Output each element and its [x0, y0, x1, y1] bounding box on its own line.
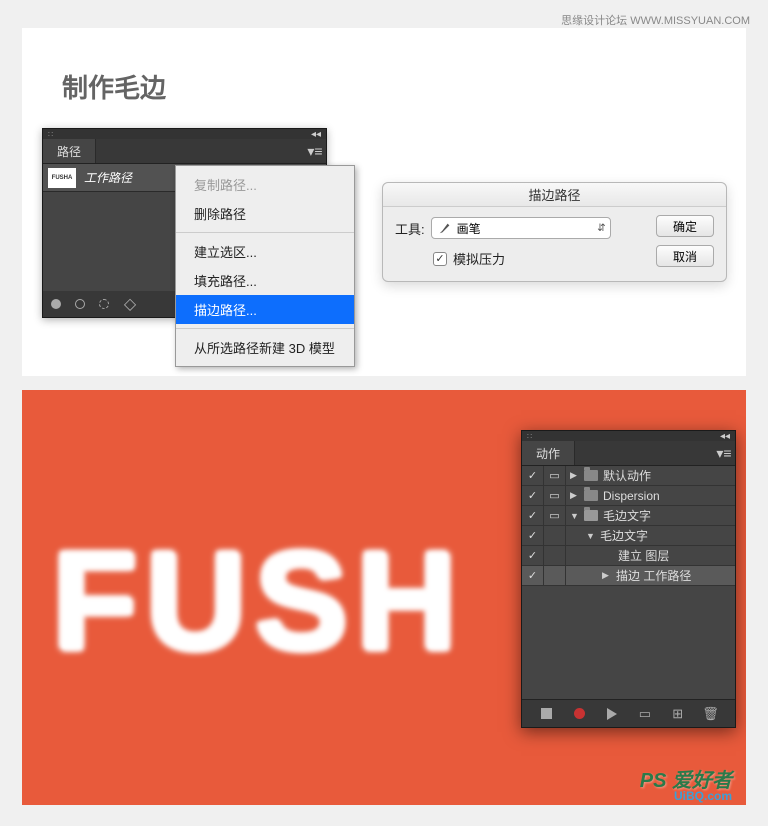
grip-icon: ∷ — [48, 130, 52, 139]
path-context-menu: 复制路径... 删除路径 建立选区... 填充路径... 描边路径... 从所选… — [175, 165, 355, 367]
actions-list: ✓ ▭ ▶ 默认动作 ✓ ▭ ▶ Dispersion ✓ ▭ ▼ 毛边文字 ✓ ▼ 毛… — [522, 466, 735, 586]
toggle-arrow-icon[interactable]: ▶ — [602, 570, 612, 581]
new-action-icon[interactable]: ⊞ — [670, 706, 686, 722]
fill-path-icon[interactable] — [51, 299, 61, 309]
toggle-arrow-icon[interactable]: ▶ — [570, 490, 580, 501]
menu-duplicate-path: 复制路径... — [176, 170, 354, 199]
cancel-button[interactable]: 取消 — [656, 245, 714, 267]
folder-icon — [584, 490, 598, 501]
panel-menu-icon[interactable]: ▾≡ — [304, 139, 326, 163]
tool-select[interactable]: 画笔 ⇵ — [431, 217, 611, 239]
action-label: 描边 工作路径 — [616, 567, 691, 584]
record-icon[interactable] — [571, 706, 587, 722]
actions-panel: ∷ ◂◂ 动作 ▾≡ ✓ ▭ ▶ 默认动作 ✓ ▭ ▶ Dispersion ✓ ▭… — [521, 430, 736, 728]
menu-delete-path[interactable]: 删除路径 — [176, 199, 354, 228]
menu-stroke-path[interactable]: 描边路径... — [176, 295, 354, 324]
menu-fill-path[interactable]: 填充路径... — [176, 266, 354, 295]
menu-new-3d-model[interactable]: 从所选路径新建 3D 模型 — [176, 333, 354, 362]
dialog-toggle-icon[interactable]: ▭ — [544, 466, 566, 485]
check-icon[interactable]: ✓ — [522, 566, 544, 585]
toggle-arrow-icon[interactable]: ▼ — [570, 511, 580, 521]
grip-icon: ∷ — [527, 432, 531, 441]
trash-icon[interactable]: 🗑 — [703, 706, 719, 722]
paths-tab[interactable]: 路径 — [43, 139, 96, 163]
dialog-title: 描边路径 — [383, 183, 726, 207]
action-label: Dispersion — [603, 489, 660, 503]
check-icon[interactable]: ✓ — [522, 526, 544, 545]
action-label: 毛边文字 — [603, 507, 651, 524]
new-set-icon[interactable]: ▭ — [637, 706, 653, 722]
action-row[interactable]: ✓ ▶ 描边 工作路径 — [522, 566, 735, 586]
panel-titlebar[interactable]: ∷ ◂◂ — [522, 431, 735, 441]
action-row[interactable]: ✓ ▭ ▶ 默认动作 — [522, 466, 735, 486]
check-icon[interactable]: ✓ — [522, 546, 544, 565]
panel-tabs: 动作 ▾≡ — [522, 441, 735, 466]
header-watermark: 思缘设计论坛 WWW.MISSYUAN.COM — [561, 12, 750, 28]
check-icon[interactable]: ✓ — [522, 486, 544, 505]
dialog-toggle-icon[interactable]: ▭ — [544, 486, 566, 505]
stop-icon[interactable] — [538, 706, 554, 722]
action-row[interactable]: ✓ 建立 图层 — [522, 546, 735, 566]
panel-menu-icon[interactable]: ▾≡ — [713, 441, 735, 465]
check-icon[interactable]: ✓ — [522, 506, 544, 525]
tool-value: 画笔 — [457, 220, 481, 237]
furry-text: FUSH — [52, 520, 465, 682]
panel-titlebar[interactable]: ∷ ◂◂ — [43, 129, 326, 139]
play-icon[interactable] — [604, 706, 620, 722]
menu-separator — [176, 328, 354, 329]
folder-open-icon — [584, 510, 598, 521]
action-row[interactable]: ✓ ▭ ▶ Dispersion — [522, 486, 735, 506]
toggle-arrow-icon[interactable]: ▼ — [586, 531, 596, 541]
action-label: 默认动作 — [603, 467, 651, 484]
dialog-toggle-icon[interactable] — [544, 526, 566, 545]
action-label: 毛边文字 — [600, 527, 648, 544]
ok-button[interactable]: 确定 — [656, 215, 714, 237]
site-watermark: UiBQ.com — [674, 789, 732, 803]
simulate-pressure-label: 模拟压力 — [453, 249, 505, 268]
section-title: 制作毛边 — [62, 68, 166, 105]
stroke-path-dialog: 描边路径 工具: 画笔 ⇵ ✓ 模拟压力 确定 取消 — [382, 182, 727, 282]
action-label: 建立 图层 — [618, 547, 669, 564]
menu-separator — [176, 232, 354, 233]
action-row[interactable]: ✓ ▭ ▼ 毛边文字 — [522, 506, 735, 526]
brush-icon — [438, 221, 452, 235]
toggle-arrow-icon[interactable]: ▶ — [570, 470, 580, 481]
tool-label: 工具: — [395, 219, 425, 238]
panel-tabs: 路径 ▾≡ — [43, 139, 326, 164]
canvas-preview: FUSH ∷ ◂◂ 动作 ▾≡ ✓ ▭ ▶ 默认动作 ✓ ▭ ▶ Dispersio… — [22, 390, 746, 805]
chevron-updown-icon: ⇵ — [597, 223, 605, 234]
menu-make-selection[interactable]: 建立选区... — [176, 237, 354, 266]
check-icon[interactable]: ✓ — [522, 466, 544, 485]
path-thumbnail: FUSHA — [48, 168, 76, 188]
stroke-path-icon[interactable] — [75, 299, 85, 309]
dialog-toggle-icon[interactable] — [544, 566, 566, 585]
white-section: 制作毛边 ∷ ◂◂ 路径 ▾≡ FUSHA 工作路径 ◇ 复制路径... 删除路… — [22, 28, 746, 376]
dialog-toggle-icon[interactable] — [544, 546, 566, 565]
action-row[interactable]: ✓ ▼ 毛边文字 — [522, 526, 735, 546]
collapse-icon[interactable]: ◂◂ — [720, 431, 730, 442]
path-label: 工作路径 — [84, 169, 132, 186]
actions-tab[interactable]: 动作 — [522, 441, 575, 465]
actions-panel-footer: ▭ ⊞ 🗑 — [522, 699, 735, 727]
simulate-pressure-checkbox[interactable]: ✓ — [433, 252, 447, 266]
mask-icon[interactable]: ◇ — [123, 297, 137, 311]
selection-icon[interactable] — [99, 299, 109, 309]
folder-icon — [584, 470, 598, 481]
collapse-icon[interactable]: ◂◂ — [311, 129, 321, 140]
dialog-toggle-icon[interactable]: ▭ — [544, 506, 566, 525]
